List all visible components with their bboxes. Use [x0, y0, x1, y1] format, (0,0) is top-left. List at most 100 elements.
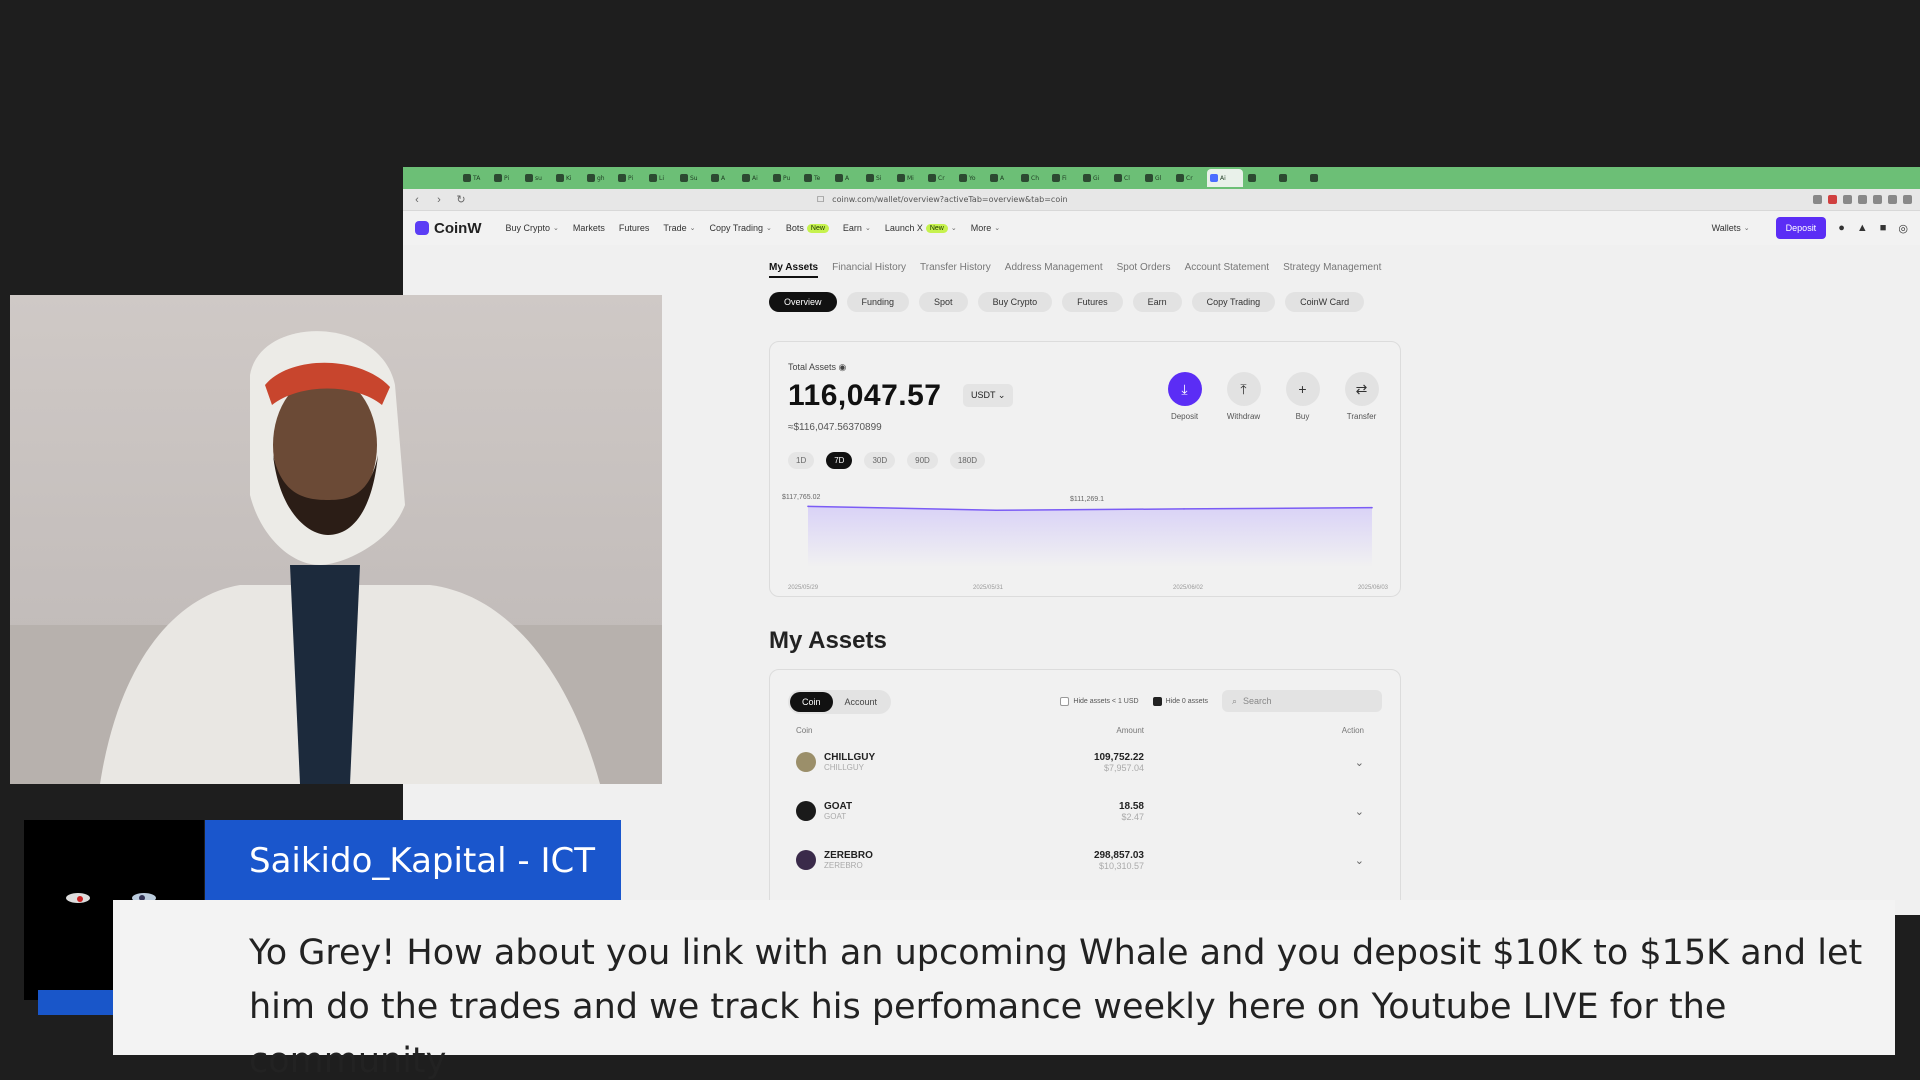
browser-tab[interactable]: Pi	[494, 171, 520, 185]
url-field[interactable]: ☐ coinw.com/wallet/overview?activeTab=ov…	[817, 192, 1497, 208]
pill-futures[interactable]: Futures	[1062, 292, 1123, 312]
nav-item-futures[interactable]: Futures	[619, 223, 650, 233]
hide-small-checkbox[interactable]: Hide assets < 1 USD	[1060, 696, 1139, 706]
browser-tab[interactable]: A	[711, 171, 737, 185]
forward-icon[interactable]: ›	[433, 194, 445, 206]
toggle-account[interactable]: Account	[833, 692, 890, 712]
subnav-strategy-management[interactable]: Strategy Management	[1283, 262, 1381, 278]
table-row[interactable]: GOAT GOAT 18.58 $2.47 ⌄	[796, 791, 1364, 831]
period-7d[interactable]: 7D	[826, 452, 853, 469]
globe-icon[interactable]: ◎	[1898, 222, 1908, 235]
eye-icon[interactable]: ◉	[839, 362, 847, 372]
extension-icon[interactable]	[1888, 195, 1897, 204]
withdraw-action[interactable]: ⤒ Withdraw	[1225, 372, 1262, 421]
bell-icon[interactable]: ▲	[1857, 222, 1868, 234]
search-input[interactable]: ⌕ Search	[1222, 690, 1382, 712]
subnav-account-statement[interactable]: Account Statement	[1185, 262, 1270, 278]
pill-overview[interactable]: Overview	[769, 292, 837, 312]
extension-icon[interactable]	[1813, 195, 1822, 204]
subnav-transfer-history[interactable]: Transfer History	[920, 262, 991, 278]
toggle-coin[interactable]: Coin	[790, 692, 833, 712]
browser-tab[interactable]	[1248, 171, 1274, 185]
period-180d[interactable]: 180D	[949, 452, 985, 469]
browser-tab[interactable]: Gi	[1083, 171, 1109, 185]
browser-tab[interactable]: Li	[649, 171, 675, 185]
amount-cell: 109,752.22 $7,957.04	[944, 752, 1144, 773]
pill-earn[interactable]: Earn	[1132, 292, 1182, 312]
subnav-spot-orders[interactable]: Spot Orders	[1117, 262, 1171, 278]
browser-tab[interactable]: Si	[866, 171, 892, 185]
nav-item-markets[interactable]: Markets	[573, 223, 605, 233]
browser-tab[interactable]: Ai	[742, 171, 768, 185]
transfer-action[interactable]: ⇄ Transfer	[1343, 372, 1380, 421]
browser-tab[interactable]: A	[990, 171, 1016, 185]
currency-select[interactable]: USDT ⌄	[963, 384, 1014, 407]
nav-item-copy-trading[interactable]: Copy Trading ⌄	[709, 223, 771, 233]
browser-tab[interactable]: gh	[587, 171, 613, 185]
extension-icon[interactable]	[1843, 195, 1852, 204]
tab-label: Pi	[628, 174, 634, 182]
x-tick-label: 2025/05/31	[973, 585, 1004, 591]
buy-action[interactable]: + Buy	[1284, 372, 1321, 421]
browser-tab[interactable]: Cr	[1176, 171, 1202, 185]
browser-tab[interactable]	[1279, 171, 1305, 185]
period-30d[interactable]: 30D	[864, 452, 896, 469]
bookmark-icon[interactable]: ☐	[817, 195, 824, 204]
nav-item-more[interactable]: More ⌄	[971, 223, 1000, 233]
browser-tab[interactable]: Fi	[1052, 171, 1078, 185]
nav-item-launch-x[interactable]: Launch X New ⌄	[885, 223, 957, 233]
table-row[interactable]: ZEREBRO ZEREBRO 298,857.03 $10,310.57 ⌄	[796, 840, 1364, 880]
pill-copy-trading[interactable]: Copy Trading	[1191, 292, 1276, 312]
subnav-financial-history[interactable]: Financial History	[832, 262, 906, 278]
extension-icon[interactable]	[1858, 195, 1867, 204]
expand-chevron-icon[interactable]: ⌄	[1144, 756, 1364, 769]
extension-icon[interactable]	[1828, 195, 1837, 204]
browser-tab[interactable]: A	[835, 171, 861, 185]
period-90d[interactable]: 90D	[907, 452, 938, 469]
pill-coinw-card[interactable]: CoinW Card	[1285, 292, 1365, 312]
expand-chevron-icon[interactable]: ⌄	[1144, 854, 1364, 867]
pill-funding[interactable]: Funding	[846, 292, 910, 312]
pill-buy-crypto[interactable]: Buy Crypto	[977, 292, 1053, 312]
pill-spot[interactable]: Spot	[919, 292, 968, 312]
browser-tab[interactable]: Pu	[773, 171, 799, 185]
nav-item-earn[interactable]: Earn ⌄	[843, 223, 871, 233]
subnav-my-assets[interactable]: My Assets	[769, 262, 819, 278]
browser-tab[interactable]: Ki	[556, 171, 582, 185]
nav-item-buy-crypto[interactable]: Buy Crypto ⌄	[505, 223, 558, 233]
browser-tab[interactable]: Ai	[1207, 169, 1243, 187]
menu-icon[interactable]	[1903, 195, 1912, 204]
deposit-button[interactable]: Deposit	[1775, 217, 1827, 239]
expand-chevron-icon[interactable]: ⌄	[1144, 805, 1364, 818]
download-app-icon[interactable]: ■	[1880, 222, 1887, 234]
browser-tab[interactable]: TA	[463, 171, 489, 185]
extension-icon[interactable]	[1873, 195, 1882, 204]
browser-tab[interactable]: Te	[804, 171, 830, 185]
browser-tab[interactable]	[1310, 171, 1336, 185]
browser-tab[interactable]: Su	[680, 171, 706, 185]
back-icon[interactable]: ‹	[411, 194, 423, 206]
action-label: Buy	[1295, 412, 1310, 421]
browser-tab[interactable]: su	[525, 171, 551, 185]
browser-tab[interactable]: Yo	[959, 171, 985, 185]
coinw-logo[interactable]: CoinW	[415, 220, 481, 237]
tab-label: Ai	[752, 174, 758, 182]
subnav-address-management[interactable]: Address Management	[1005, 262, 1103, 278]
nav-item-bots[interactable]: Bots New	[786, 223, 829, 233]
hide-zero-checkbox[interactable]: Hide 0 assets	[1152, 696, 1208, 706]
tab-favicon-icon	[556, 174, 564, 182]
browser-tab[interactable]: Ch	[1021, 171, 1047, 185]
table-row[interactable]: CHILLGUY CHILLGUY 109,752.22 $7,957.04 ⌄	[796, 742, 1364, 782]
browser-tab[interactable]: Cr	[928, 171, 954, 185]
tab-favicon-icon	[866, 174, 874, 182]
period-1d[interactable]: 1D	[788, 452, 815, 469]
browser-tab[interactable]: Pi	[618, 171, 644, 185]
deposit-action[interactable]: ⤓ Deposit	[1166, 372, 1203, 421]
browser-tab[interactable]: Cl	[1114, 171, 1140, 185]
reload-icon[interactable]: ↻	[455, 193, 467, 206]
browser-tab[interactable]: Mi	[897, 171, 923, 185]
wallets-menu[interactable]: Wallets ⌄	[1712, 223, 1750, 233]
user-icon[interactable]: ●	[1838, 222, 1845, 234]
browser-tab[interactable]: Gl	[1145, 171, 1171, 185]
nav-item-trade[interactable]: Trade ⌄	[663, 223, 695, 233]
